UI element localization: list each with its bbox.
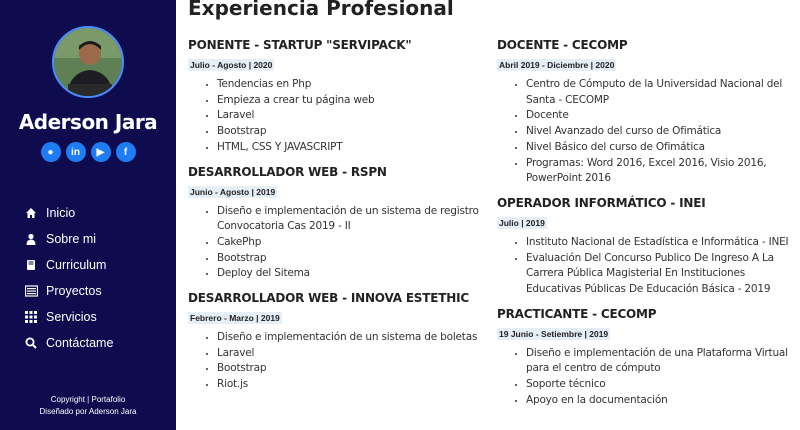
nav-item-label: Proyectos xyxy=(46,284,102,298)
nav-item-servicios[interactable]: Servicios xyxy=(24,304,113,330)
home-icon xyxy=(24,206,38,220)
github-link[interactable]: ● xyxy=(40,142,61,162)
nav-item-label: Servicios xyxy=(46,310,97,324)
list-item: Programas: Word 2016, Excel 2016, Visio … xyxy=(526,156,797,187)
job-date: Febrero - Marzo | 2019 xyxy=(188,312,282,325)
job-date: Julio | 2019 xyxy=(497,216,547,229)
list-item: Bootstrap xyxy=(217,251,488,267)
list-item: Bootstrap xyxy=(217,124,488,140)
list-item: Laravel xyxy=(217,108,488,124)
designed-by-text: Diseñado por Aderson Jara xyxy=(39,407,137,416)
main-nav: Inicio Sobre mi Curriculum Proyectos Servici… xyxy=(24,200,113,356)
copyright-text: Copyright | Portafolio xyxy=(50,395,126,404)
nav-item-label: Curriculum xyxy=(46,258,107,272)
sidebar: Aderson Jara ● in ▶ f Inicio Sobre mi Curricu… xyxy=(0,0,176,430)
list-item: Nivel Básico del curso de Ofimática xyxy=(526,140,797,156)
job-title: PONENTE - STARTUP "SERVIPACK" xyxy=(188,38,412,52)
list-item: Centro de Cómputo de la Universidad Naci… xyxy=(526,77,797,108)
youtube-icon: ▶ xyxy=(96,146,105,158)
job-title: OPERADOR INFORMÁTICO - INEI xyxy=(497,195,706,210)
job-entry: PONENTE - STARTUP "SERVIPACK" Julio - Ago… xyxy=(188,38,488,156)
job-date: Julio - Agosto | 2020 xyxy=(188,59,275,71)
linkedin-link[interactable]: in xyxy=(65,142,86,162)
profile-name: Aderson Jara xyxy=(18,110,158,134)
search-icon xyxy=(24,336,38,350)
nav-item-label: Inicio xyxy=(46,206,76,220)
facebook-icon: f xyxy=(123,146,128,158)
list-item: Empieza a crear tu página web xyxy=(217,93,488,109)
list-item: CakePhp xyxy=(217,235,488,251)
job-entry: DESARROLLADOR WEB - INNOVA ESTETHIC Febre… xyxy=(188,291,488,393)
nav-item-proyectos[interactable]: Proyectos xyxy=(24,278,113,304)
list-item: Bootstrap xyxy=(217,361,488,377)
grid-icon xyxy=(24,310,38,324)
job-entry: PRACTICANTE - CECOMP 19 Junio - Setiembre… xyxy=(497,307,797,409)
list-item: Diseño e implementación de una Plataform… xyxy=(526,346,797,377)
job-entry: OPERADOR INFORMÁTICO - INEI Julio | 2019 I… xyxy=(497,196,797,298)
nav-item-sobre-mi[interactable]: Sobre mi xyxy=(24,226,113,252)
avatar xyxy=(52,26,124,98)
job-entry: DOCENTE - CECOMP Abril 2019 - Diciembre |… xyxy=(497,38,797,187)
job-bullets: Centro de Cómputo de la Universidad Naci… xyxy=(497,77,797,187)
experience-column-left: PONENTE - STARTUP "SERVIPACK" Julio - Ago… xyxy=(188,38,488,402)
job-title: DOCENTE - CECOMP xyxy=(497,38,628,52)
list-item: Laravel xyxy=(217,346,488,362)
job-title: DESARROLLADOR WEB - INNOVA ESTETHIC xyxy=(188,291,469,306)
nav-item-curriculum[interactable]: Curriculum xyxy=(24,252,113,278)
list-item: Evaluación Del Concurso Publico De Ingre… xyxy=(526,251,797,298)
job-bullets: Diseño e implementación de un sistema de… xyxy=(188,330,488,393)
job-title: DESARROLLADOR WEB - RSPN xyxy=(188,164,387,179)
job-title: PRACTICANTE - CECOMP xyxy=(497,306,657,321)
list-item: Riot.js xyxy=(217,377,488,393)
job-date: Junio - Agosto | 2019 xyxy=(188,185,278,198)
user-icon xyxy=(24,232,38,246)
list-item: Tendencias en Php xyxy=(217,77,488,93)
list-item: Diseño e implementación de un sistema de… xyxy=(217,330,488,346)
youtube-link[interactable]: ▶ xyxy=(90,142,111,162)
list-item: Instituto Nacional de Estadística e Info… xyxy=(526,235,797,251)
experience-column-right: DOCENTE - CECOMP Abril 2019 - Diciembre |… xyxy=(497,38,797,418)
job-entry: DESARROLLADOR WEB - RSPN Junio - Agosto |… xyxy=(188,165,488,283)
list-item: HTML, CSS Y JAVASCRIPT xyxy=(217,140,488,156)
list-item: Diseño e implementación de un sistema de… xyxy=(217,204,488,235)
nav-item-label: Contáctame xyxy=(46,336,114,350)
list-item: Docente xyxy=(526,108,797,124)
book-icon xyxy=(24,258,38,272)
list-icon xyxy=(24,284,38,298)
page-title: Experiencia Profesional xyxy=(188,0,454,20)
job-bullets: Diseño e implementación de un sistema de… xyxy=(188,204,488,283)
nav-item-inicio[interactable]: Inicio xyxy=(24,200,113,226)
sidebar-footer: Copyright | Portafolio Diseñado por Ader… xyxy=(0,394,176,418)
job-date: Abril 2019 - Diciembre | 2020 xyxy=(497,59,617,71)
nav-item-cont-ctame[interactable]: Contáctame xyxy=(24,330,113,356)
list-item: Nivel Avanzado del curso de Ofimática xyxy=(526,124,797,140)
list-item: Soporte técnico xyxy=(526,377,797,393)
linkedin-icon: in xyxy=(71,146,80,158)
job-bullets: Tendencias en PhpEmpieza a crear tu pági… xyxy=(188,77,488,156)
list-item: Apoyo en la documentación xyxy=(526,393,797,409)
job-date: 19 Junio - Setiembre | 2019 xyxy=(497,327,611,340)
job-bullets: Instituto Nacional de Estadística e Info… xyxy=(497,235,797,298)
job-bullets: Diseño e implementación de una Plataform… xyxy=(497,346,797,409)
social-links: ● in ▶ f xyxy=(0,142,176,162)
nav-item-label: Sobre mi xyxy=(46,232,97,246)
github-icon: ● xyxy=(47,146,54,158)
list-item: Deploy del Sitema xyxy=(217,266,488,282)
facebook-link[interactable]: f xyxy=(115,142,136,162)
